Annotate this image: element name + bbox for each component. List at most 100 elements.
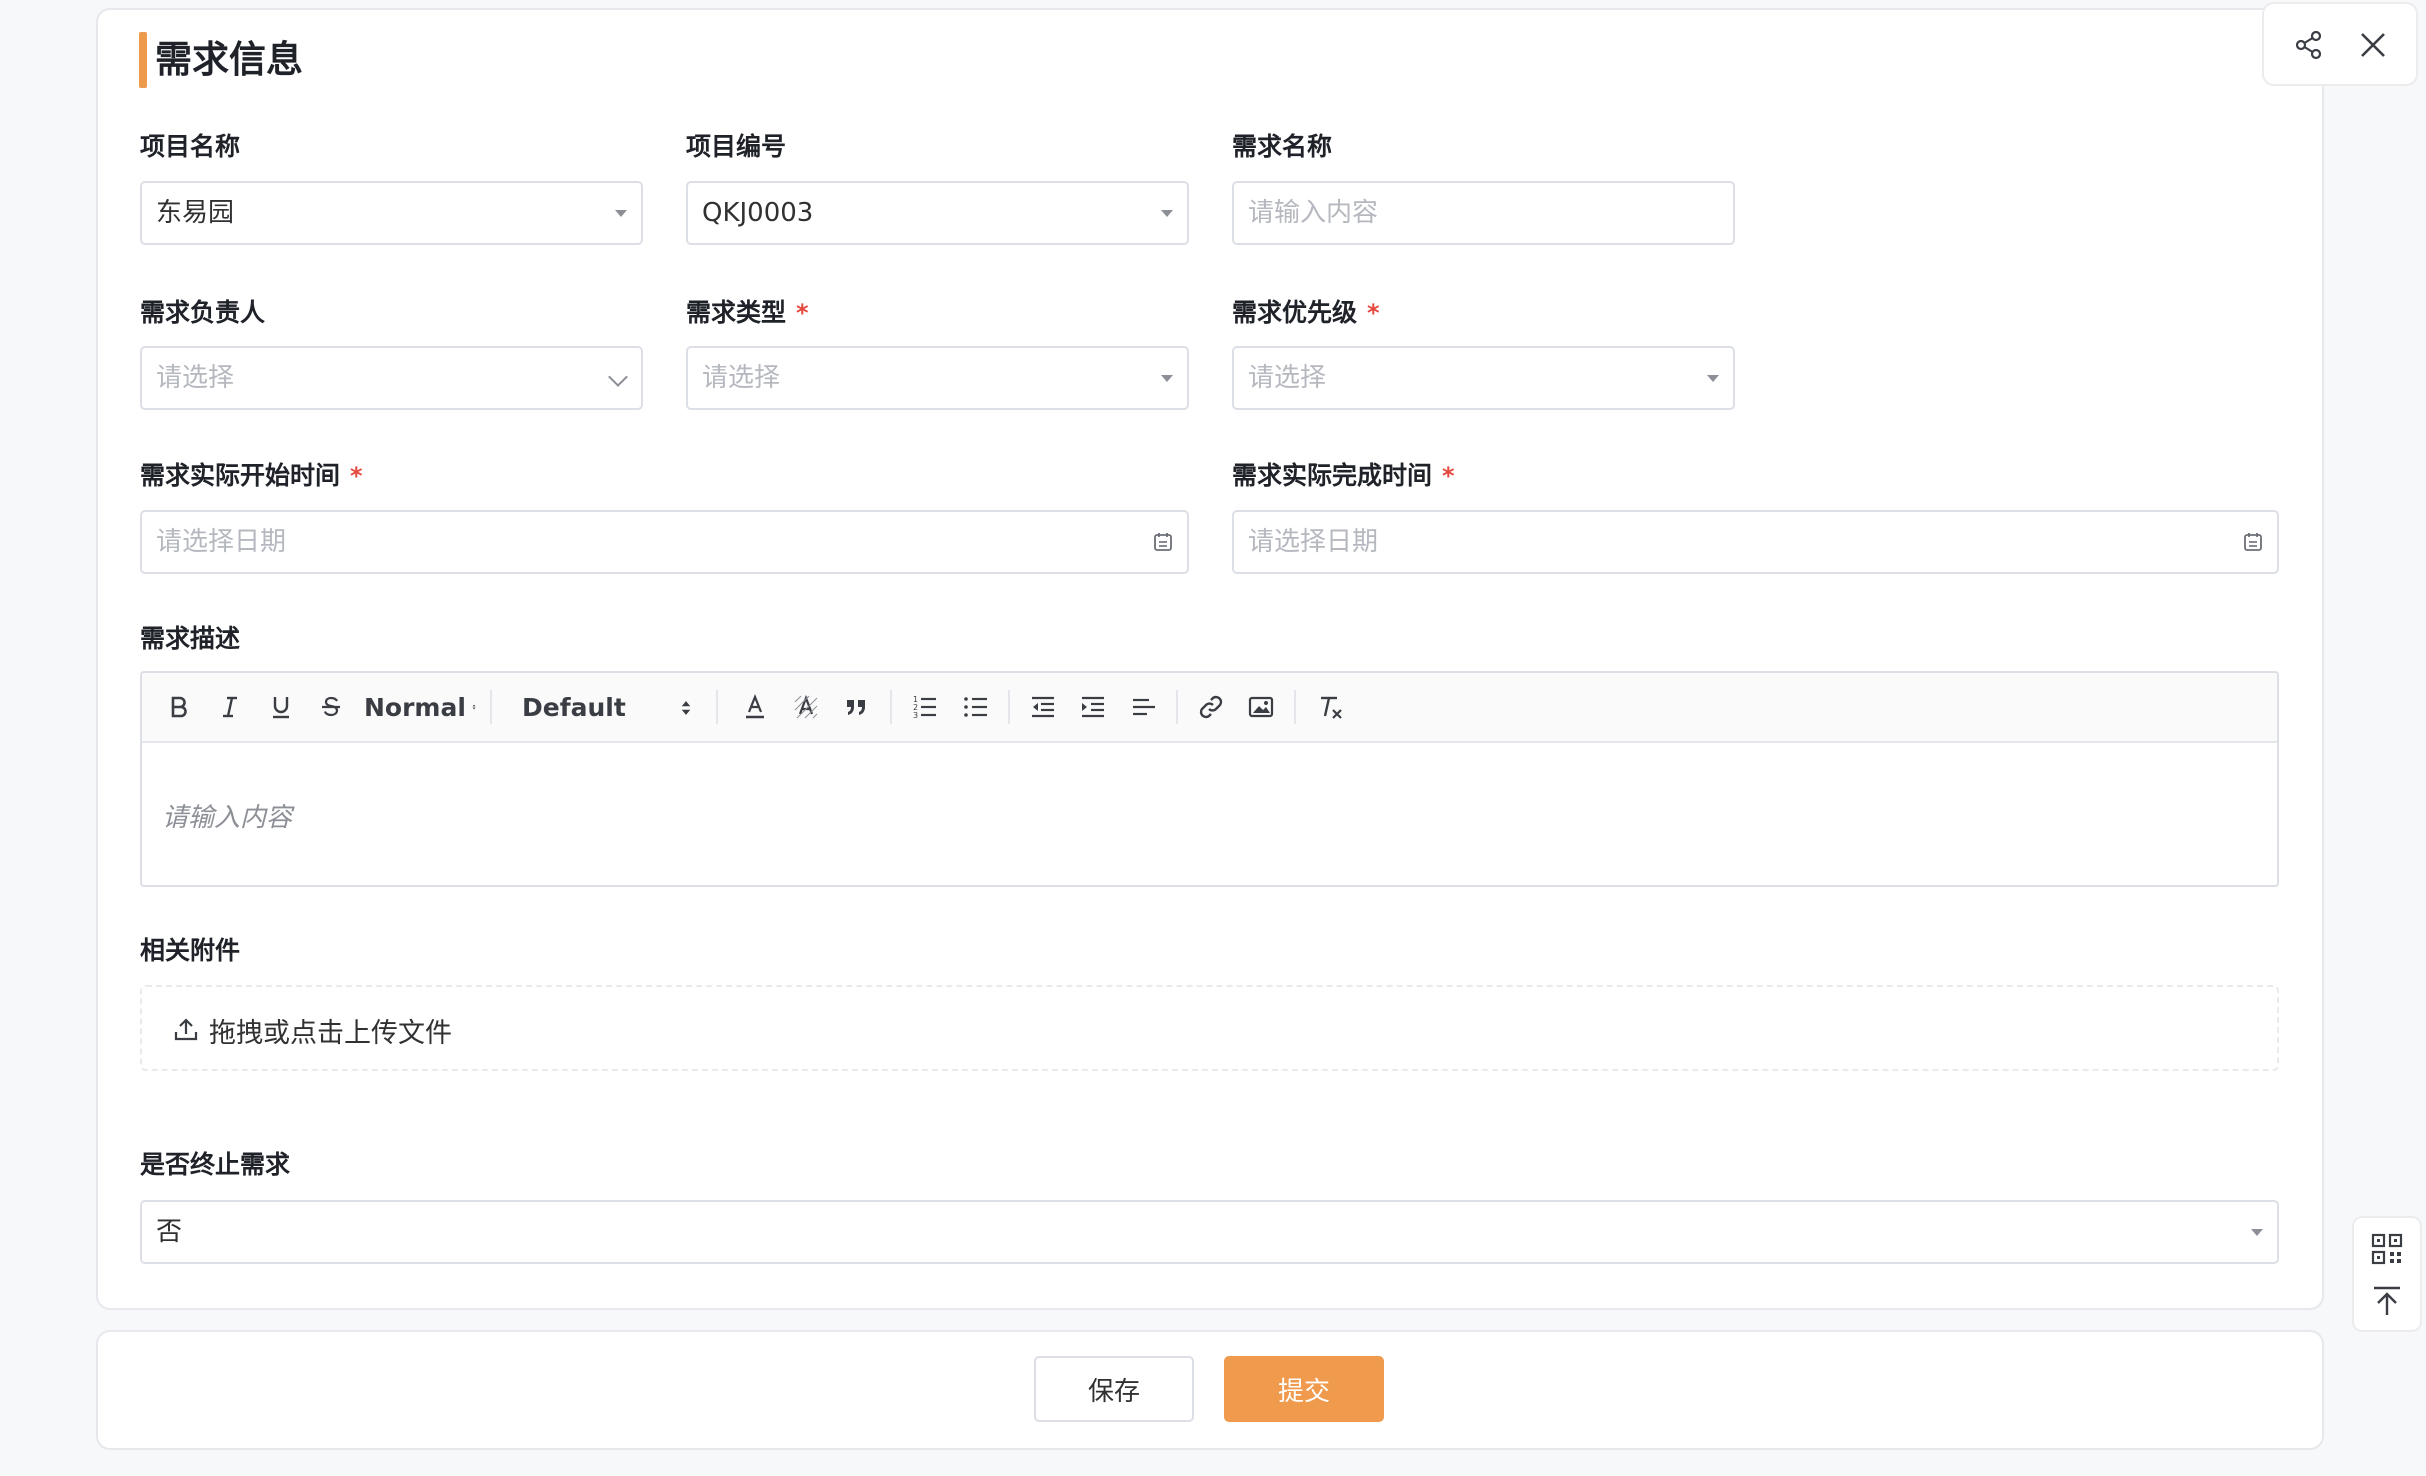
italic-button[interactable]	[213, 690, 247, 724]
req-type-placeholder: 请选择	[702, 363, 781, 393]
align-left-icon	[1133, 698, 1155, 716]
req-priority-label-text: 需求优先级	[1232, 298, 1358, 327]
quote-icon	[847, 700, 865, 715]
editor-placeholder[interactable]: 请输入内容	[162, 797, 292, 834]
background-color-button[interactable]	[789, 690, 823, 724]
ordered-list-icon: 123	[913, 695, 936, 720]
req-name-label: 需求名称	[1232, 132, 1333, 161]
italic-icon	[223, 696, 237, 718]
image-icon	[1248, 696, 1274, 718]
actual-end-label-text: 需求实际完成时间	[1232, 461, 1433, 490]
calendar-icon	[1154, 533, 1172, 551]
underline-button[interactable]	[264, 690, 298, 724]
caret-down-icon	[1707, 375, 1719, 382]
attachments-label: 相关附件	[140, 936, 241, 965]
save-button[interactable]: 保存	[1034, 1356, 1194, 1422]
blockquote-button[interactable]	[839, 690, 873, 724]
caret-down-icon	[1161, 375, 1173, 382]
sort-arrows-icon	[472, 704, 476, 710]
close-icon[interactable]	[2356, 28, 2390, 62]
font-size-select[interactable]: Normal	[364, 690, 476, 724]
req-type-select[interactable]: 请选择	[686, 346, 1189, 410]
actual-end-placeholder: 请选择日期	[1248, 527, 1379, 557]
font-family-value: Default	[522, 692, 626, 722]
actual-start-placeholder: 请选择日期	[156, 527, 287, 557]
description-label: 需求描述	[140, 624, 241, 653]
project-name-select[interactable]: 东易园	[140, 181, 643, 245]
toolbar-divider	[490, 690, 492, 724]
sort-arrows-icon	[681, 701, 691, 715]
text-color-button[interactable]	[738, 690, 772, 724]
actual-start-label: 需求实际开始时间 *	[140, 459, 363, 493]
project-name-value: 东易园	[156, 198, 235, 228]
req-priority-label: 需求优先级 *	[1232, 296, 1380, 330]
clear-format-icon	[1321, 696, 1342, 719]
upload-text: 拖拽或点击上传文件	[209, 1018, 452, 1049]
link-icon	[1199, 695, 1223, 719]
required-mark: *	[796, 299, 809, 327]
top-float-panel	[2262, 2, 2418, 86]
required-mark: *	[1367, 299, 1380, 327]
action-bar	[96, 1330, 2324, 1450]
actual-start-date-picker[interactable]: 请选择日期	[140, 510, 1189, 574]
submit-button[interactable]: 提交	[1224, 1356, 1384, 1422]
actual-end-label: 需求实际完成时间 *	[1232, 459, 1455, 493]
terminate-select[interactable]: 否	[140, 1200, 2279, 1264]
toolbar-divider	[716, 690, 718, 724]
toolbar-divider	[1176, 690, 1178, 724]
req-priority-placeholder: 请选择	[1248, 363, 1327, 393]
section-title: 需求信息	[155, 38, 303, 81]
required-mark: *	[350, 462, 363, 490]
req-owner-select[interactable]: 请选择	[140, 346, 643, 410]
clear-format-button[interactable]	[1312, 690, 1348, 724]
outdent-button[interactable]	[1026, 690, 1060, 724]
ordered-list-button[interactable]: 123	[908, 690, 942, 724]
req-priority-select[interactable]: 请选择	[1232, 346, 1735, 410]
upload-dropzone[interactable]: 拖拽或点击上传文件	[140, 985, 2279, 1071]
side-float-panel	[2352, 1216, 2422, 1332]
req-name-input[interactable]: 请输入内容	[1232, 181, 1735, 245]
link-button[interactable]	[1194, 690, 1228, 724]
caret-down-icon	[1161, 210, 1173, 217]
req-name-placeholder: 请输入内容	[1248, 198, 1379, 228]
text-color-icon	[746, 694, 764, 719]
req-owner-placeholder: 请选择	[156, 363, 235, 393]
req-owner-label: 需求负责人	[140, 298, 266, 327]
actual-start-label-text: 需求实际开始时间	[140, 461, 341, 490]
outdent-icon	[1032, 696, 1054, 718]
project-code-select[interactable]: QKJ0003	[686, 181, 1189, 245]
qr-code-icon[interactable]	[2370, 1232, 2404, 1266]
font-size-value: Normal	[364, 692, 466, 722]
font-family-select[interactable]: Default	[522, 690, 702, 724]
align-button[interactable]	[1127, 690, 1161, 724]
chevron-down-icon	[608, 367, 628, 387]
strikethrough-icon	[322, 696, 340, 717]
caret-down-icon	[2251, 1229, 2263, 1236]
bold-icon	[171, 696, 187, 718]
bold-button[interactable]	[162, 690, 196, 724]
svg-text:3: 3	[913, 711, 918, 720]
upload-icon	[174, 1018, 198, 1041]
toolbar-divider	[1008, 690, 1010, 724]
back-to-top-icon[interactable]	[2370, 1284, 2404, 1318]
background-color-icon	[794, 694, 818, 719]
caret-down-icon	[615, 210, 627, 217]
req-type-label: 需求类型 *	[686, 296, 809, 330]
indent-button[interactable]	[1076, 690, 1110, 724]
req-type-label-text: 需求类型	[686, 298, 787, 327]
calendar-icon	[2244, 533, 2262, 551]
terminate-label: 是否终止需求	[140, 1150, 291, 1179]
share-icon[interactable]	[2292, 28, 2326, 62]
strikethrough-button[interactable]	[314, 690, 348, 724]
required-mark: *	[1442, 462, 1455, 490]
editor-toolbar: Normal Default 123	[142, 673, 2277, 743]
indent-icon	[1082, 696, 1104, 718]
bullet-list-icon	[964, 697, 987, 717]
project-name-label: 项目名称	[140, 132, 241, 161]
terminate-value: 否	[156, 1217, 183, 1247]
actual-end-date-picker[interactable]: 请选择日期	[1232, 510, 2279, 574]
image-button[interactable]	[1244, 690, 1278, 724]
project-code-value: QKJ0003	[702, 198, 814, 228]
bullet-list-button[interactable]	[959, 690, 993, 724]
section-accent-bar	[139, 32, 147, 88]
